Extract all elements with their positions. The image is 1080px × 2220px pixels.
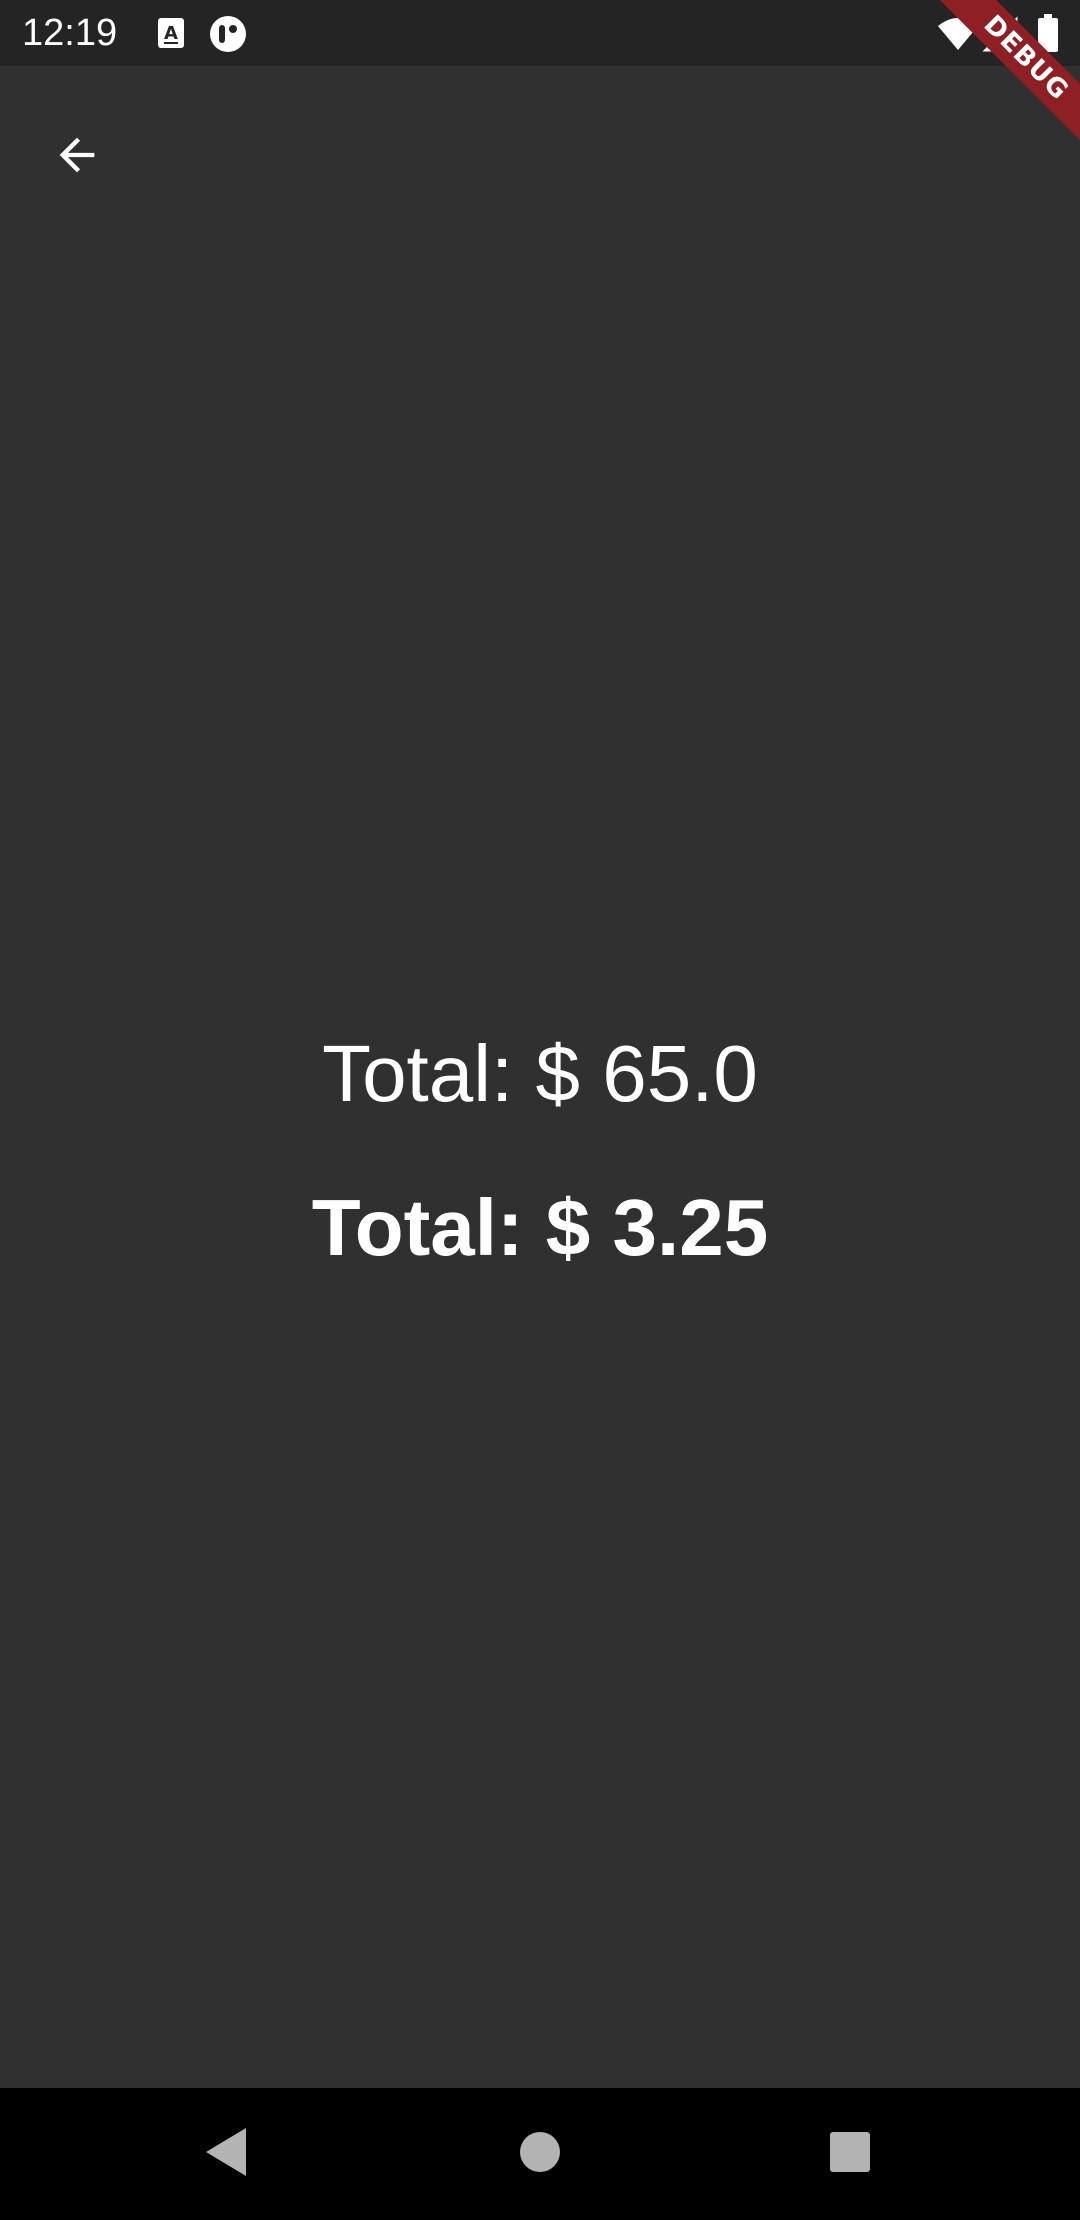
nav-home-button[interactable]: [500, 2114, 580, 2194]
app-bar: [0, 66, 1080, 220]
arrow-back-icon: [51, 129, 103, 186]
wifi-icon: [936, 14, 980, 54]
back-button[interactable]: [28, 108, 126, 206]
app-screen: 12:19 A DEBUG Total: $ 65.0 Total: $ 3.2…: [0, 0, 1080, 2220]
home-circle-icon: [518, 2130, 562, 2179]
cellular-signal-icon: [982, 14, 1022, 54]
app-notification-icon: [208, 14, 248, 54]
status-time: 12:19: [22, 12, 118, 54]
status-bar: 12:19 A: [0, 0, 1080, 66]
system-nav-bar: [0, 2088, 1080, 2220]
back-triangle-icon: [202, 2126, 250, 2183]
total-regular-text: Total: $ 65.0: [322, 1029, 758, 1118]
nav-back-button[interactable]: [186, 2114, 266, 2194]
totals-content: Total: $ 65.0 Total: $ 3.25: [0, 1020, 1080, 1282]
svg-text:A: A: [164, 23, 178, 44]
nav-recents-button[interactable]: [810, 2114, 890, 2194]
recents-square-icon: [829, 2131, 871, 2178]
battery-icon: [1036, 14, 1060, 54]
text-recognition-icon: A: [152, 14, 192, 54]
total-bold-text: Total: $ 3.25: [311, 1183, 769, 1272]
